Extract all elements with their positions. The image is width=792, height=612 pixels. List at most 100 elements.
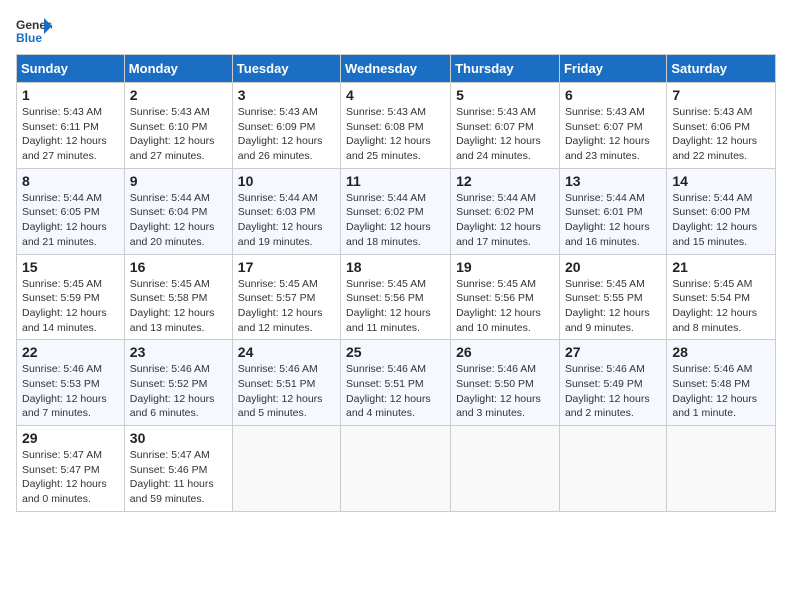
- day-number: 16: [130, 259, 227, 275]
- day-info: Sunrise: 5:45 AM Sunset: 5:58 PM Dayligh…: [130, 277, 227, 336]
- day-number: 22: [22, 344, 119, 360]
- logo-icon: General Blue: [16, 16, 52, 44]
- calendar-cell: 4 Sunrise: 5:43 AM Sunset: 6:08 PM Dayli…: [341, 83, 451, 169]
- day-number: 9: [130, 173, 227, 189]
- calendar-cell: 22 Sunrise: 5:46 AM Sunset: 5:53 PM Dayl…: [17, 340, 125, 426]
- day-info: Sunrise: 5:46 AM Sunset: 5:48 PM Dayligh…: [672, 362, 770, 421]
- day-number: 18: [346, 259, 445, 275]
- day-number: 17: [238, 259, 335, 275]
- calendar-cell: 25 Sunrise: 5:46 AM Sunset: 5:51 PM Dayl…: [341, 340, 451, 426]
- calendar-table: SundayMondayTuesdayWednesdayThursdayFrid…: [16, 54, 776, 512]
- day-number: 24: [238, 344, 335, 360]
- calendar-cell: 8 Sunrise: 5:44 AM Sunset: 6:05 PM Dayli…: [17, 168, 125, 254]
- calendar-cell: 1 Sunrise: 5:43 AM Sunset: 6:11 PM Dayli…: [17, 83, 125, 169]
- day-info: Sunrise: 5:46 AM Sunset: 5:51 PM Dayligh…: [346, 362, 445, 421]
- day-info: Sunrise: 5:44 AM Sunset: 6:01 PM Dayligh…: [565, 191, 661, 250]
- day-info: Sunrise: 5:46 AM Sunset: 5:50 PM Dayligh…: [456, 362, 554, 421]
- weekday-header: Thursday: [451, 55, 560, 83]
- day-info: Sunrise: 5:46 AM Sunset: 5:53 PM Dayligh…: [22, 362, 119, 421]
- calendar-cell: 15 Sunrise: 5:45 AM Sunset: 5:59 PM Dayl…: [17, 254, 125, 340]
- day-info: Sunrise: 5:47 AM Sunset: 5:46 PM Dayligh…: [130, 448, 227, 507]
- calendar-cell: 6 Sunrise: 5:43 AM Sunset: 6:07 PM Dayli…: [559, 83, 666, 169]
- calendar-cell: 13 Sunrise: 5:44 AM Sunset: 6:01 PM Dayl…: [559, 168, 666, 254]
- calendar-week-row: 1 Sunrise: 5:43 AM Sunset: 6:11 PM Dayli…: [17, 83, 776, 169]
- weekday-header: Sunday: [17, 55, 125, 83]
- day-info: Sunrise: 5:43 AM Sunset: 6:08 PM Dayligh…: [346, 105, 445, 164]
- day-info: Sunrise: 5:44 AM Sunset: 6:02 PM Dayligh…: [456, 191, 554, 250]
- day-info: Sunrise: 5:46 AM Sunset: 5:51 PM Dayligh…: [238, 362, 335, 421]
- calendar-cell: 29 Sunrise: 5:47 AM Sunset: 5:47 PM Dayl…: [17, 426, 125, 512]
- day-info: Sunrise: 5:44 AM Sunset: 6:03 PM Dayligh…: [238, 191, 335, 250]
- calendar-week-row: 29 Sunrise: 5:47 AM Sunset: 5:47 PM Dayl…: [17, 426, 776, 512]
- day-info: Sunrise: 5:43 AM Sunset: 6:11 PM Dayligh…: [22, 105, 119, 164]
- calendar-cell: 12 Sunrise: 5:44 AM Sunset: 6:02 PM Dayl…: [451, 168, 560, 254]
- calendar-cell: 16 Sunrise: 5:45 AM Sunset: 5:58 PM Dayl…: [124, 254, 232, 340]
- day-number: 10: [238, 173, 335, 189]
- day-number: 1: [22, 87, 119, 103]
- day-info: Sunrise: 5:45 AM Sunset: 5:57 PM Dayligh…: [238, 277, 335, 336]
- calendar-week-row: 8 Sunrise: 5:44 AM Sunset: 6:05 PM Dayli…: [17, 168, 776, 254]
- calendar-cell: 5 Sunrise: 5:43 AM Sunset: 6:07 PM Dayli…: [451, 83, 560, 169]
- day-number: 15: [22, 259, 119, 275]
- day-info: Sunrise: 5:44 AM Sunset: 6:04 PM Dayligh…: [130, 191, 227, 250]
- day-info: Sunrise: 5:47 AM Sunset: 5:47 PM Dayligh…: [22, 448, 119, 507]
- calendar-cell: 20 Sunrise: 5:45 AM Sunset: 5:55 PM Dayl…: [559, 254, 666, 340]
- day-info: Sunrise: 5:43 AM Sunset: 6:07 PM Dayligh…: [565, 105, 661, 164]
- day-number: 3: [238, 87, 335, 103]
- day-number: 21: [672, 259, 770, 275]
- calendar-cell: 3 Sunrise: 5:43 AM Sunset: 6:09 PM Dayli…: [232, 83, 340, 169]
- svg-text:Blue: Blue: [16, 31, 42, 44]
- day-number: 20: [565, 259, 661, 275]
- calendar-cell: [559, 426, 666, 512]
- day-number: 25: [346, 344, 445, 360]
- day-info: Sunrise: 5:44 AM Sunset: 6:02 PM Dayligh…: [346, 191, 445, 250]
- day-number: 13: [565, 173, 661, 189]
- day-number: 11: [346, 173, 445, 189]
- weekday-header: Saturday: [667, 55, 776, 83]
- day-number: 28: [672, 344, 770, 360]
- calendar-cell: [232, 426, 340, 512]
- calendar-cell: 7 Sunrise: 5:43 AM Sunset: 6:06 PM Dayli…: [667, 83, 776, 169]
- day-number: 26: [456, 344, 554, 360]
- calendar-cell: [667, 426, 776, 512]
- calendar-cell: 11 Sunrise: 5:44 AM Sunset: 6:02 PM Dayl…: [341, 168, 451, 254]
- calendar-cell: 14 Sunrise: 5:44 AM Sunset: 6:00 PM Dayl…: [667, 168, 776, 254]
- day-info: Sunrise: 5:44 AM Sunset: 6:05 PM Dayligh…: [22, 191, 119, 250]
- day-info: Sunrise: 5:45 AM Sunset: 5:55 PM Dayligh…: [565, 277, 661, 336]
- calendar-cell: 28 Sunrise: 5:46 AM Sunset: 5:48 PM Dayl…: [667, 340, 776, 426]
- day-number: 27: [565, 344, 661, 360]
- calendar-cell: 30 Sunrise: 5:47 AM Sunset: 5:46 PM Dayl…: [124, 426, 232, 512]
- calendar-cell: 17 Sunrise: 5:45 AM Sunset: 5:57 PM Dayl…: [232, 254, 340, 340]
- calendar-cell: 27 Sunrise: 5:46 AM Sunset: 5:49 PM Dayl…: [559, 340, 666, 426]
- calendar-cell: [451, 426, 560, 512]
- calendar-cell: 9 Sunrise: 5:44 AM Sunset: 6:04 PM Dayli…: [124, 168, 232, 254]
- day-info: Sunrise: 5:45 AM Sunset: 5:54 PM Dayligh…: [672, 277, 770, 336]
- calendar-cell: 26 Sunrise: 5:46 AM Sunset: 5:50 PM Dayl…: [451, 340, 560, 426]
- day-info: Sunrise: 5:43 AM Sunset: 6:07 PM Dayligh…: [456, 105, 554, 164]
- page-header: General Blue: [16, 16, 776, 44]
- calendar-cell: 2 Sunrise: 5:43 AM Sunset: 6:10 PM Dayli…: [124, 83, 232, 169]
- day-number: 23: [130, 344, 227, 360]
- day-info: Sunrise: 5:43 AM Sunset: 6:09 PM Dayligh…: [238, 105, 335, 164]
- calendar-cell: 10 Sunrise: 5:44 AM Sunset: 6:03 PM Dayl…: [232, 168, 340, 254]
- weekday-header: Monday: [124, 55, 232, 83]
- day-info: Sunrise: 5:46 AM Sunset: 5:52 PM Dayligh…: [130, 362, 227, 421]
- calendar-week-row: 15 Sunrise: 5:45 AM Sunset: 5:59 PM Dayl…: [17, 254, 776, 340]
- day-number: 4: [346, 87, 445, 103]
- calendar-cell: [341, 426, 451, 512]
- calendar-header-row: SundayMondayTuesdayWednesdayThursdayFrid…: [17, 55, 776, 83]
- day-number: 30: [130, 430, 227, 446]
- day-number: 5: [456, 87, 554, 103]
- day-number: 12: [456, 173, 554, 189]
- day-info: Sunrise: 5:44 AM Sunset: 6:00 PM Dayligh…: [672, 191, 770, 250]
- logo: General Blue: [16, 16, 52, 44]
- weekday-header: Tuesday: [232, 55, 340, 83]
- calendar-cell: 24 Sunrise: 5:46 AM Sunset: 5:51 PM Dayl…: [232, 340, 340, 426]
- weekday-header: Wednesday: [341, 55, 451, 83]
- day-info: Sunrise: 5:43 AM Sunset: 6:10 PM Dayligh…: [130, 105, 227, 164]
- day-number: 7: [672, 87, 770, 103]
- calendar-cell: 23 Sunrise: 5:46 AM Sunset: 5:52 PM Dayl…: [124, 340, 232, 426]
- day-info: Sunrise: 5:43 AM Sunset: 6:06 PM Dayligh…: [672, 105, 770, 164]
- day-number: 2: [130, 87, 227, 103]
- day-info: Sunrise: 5:45 AM Sunset: 5:56 PM Dayligh…: [456, 277, 554, 336]
